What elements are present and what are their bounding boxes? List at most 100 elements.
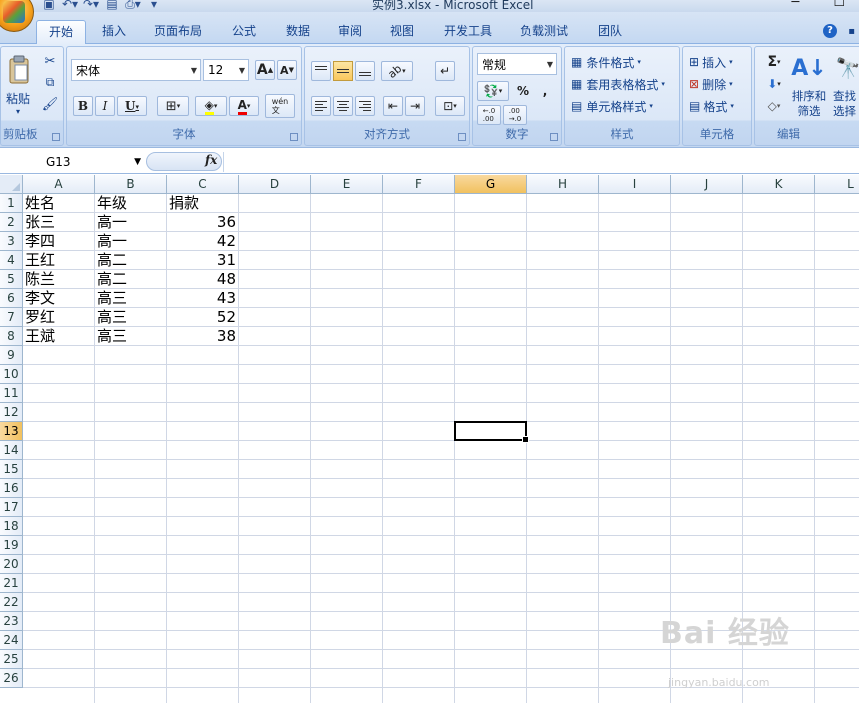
underline-button[interactable]: U ▾ (117, 96, 147, 116)
cell-b7[interactable]: 高三 (97, 308, 164, 327)
name-box[interactable]: G13 ▼ (0, 152, 145, 172)
orientation-button[interactable]: ab ▾ (381, 61, 413, 81)
cell-a8[interactable]: 王斌 (25, 327, 92, 346)
shrink-font-button[interactable]: A ▼ (277, 60, 297, 80)
customize-qat-icon[interactable]: ▾ (145, 0, 163, 11)
delete-cells-button[interactable]: ⊠ 删除 ▾ (689, 75, 733, 93)
cell-b2[interactable]: 高一 (97, 213, 164, 232)
row-header-2[interactable]: 2 (0, 213, 23, 232)
insert-function-icon[interactable]: fx (205, 153, 217, 167)
row-header-20[interactable]: 20 (0, 555, 23, 574)
row-header-7[interactable]: 7 (0, 308, 23, 327)
tab-team[interactable]: 团队 (586, 20, 634, 44)
chevron-down-icon[interactable]: ▼ (134, 152, 141, 172)
column-header-j[interactable]: J (671, 175, 743, 194)
row-header-16[interactable]: 16 (0, 479, 23, 498)
clipboard-launcher-icon[interactable] (52, 133, 60, 141)
cell-b5[interactable]: 高二 (97, 270, 164, 289)
cell-c3[interactable]: 42 (169, 232, 236, 251)
increase-decimal-button[interactable]: ←.0 .00 (477, 105, 501, 125)
tab-review[interactable]: 审阅 (326, 20, 374, 44)
find-select-icon[interactable]: 🔭 (835, 53, 859, 83)
column-header-g[interactable]: G (455, 175, 527, 194)
conditional-format-button[interactable]: ▦ 条件格式 ▾ (571, 53, 641, 71)
cell-c1[interactable]: 捐款 (169, 194, 236, 213)
column-header-i[interactable]: I (599, 175, 671, 194)
column-header-k[interactable]: K (743, 175, 815, 194)
tab-page-layout[interactable]: 页面布局 (145, 20, 211, 44)
fill-color-button[interactable]: ◈ ▾ (195, 96, 227, 116)
cell-c2[interactable]: 36 (169, 213, 236, 232)
paste-icon[interactable] (5, 53, 33, 87)
clear-button[interactable]: ◇ ▾ (761, 97, 787, 115)
cell-b3[interactable]: 高一 (97, 232, 164, 251)
number-launcher-icon[interactable] (550, 133, 558, 141)
row-header-23[interactable]: 23 (0, 612, 23, 631)
cell-b1[interactable]: 年级 (97, 194, 164, 213)
cell-c8[interactable]: 38 (169, 327, 236, 346)
number-format-combobox[interactable]: 常规 ▼ (477, 53, 557, 75)
print-preview-icon[interactable]: ▤ (103, 0, 121, 11)
row-header-18[interactable]: 18 (0, 517, 23, 536)
row-header-24[interactable]: 24 (0, 631, 23, 650)
paste-label[interactable]: 粘贴 (3, 91, 33, 106)
row-header-14[interactable]: 14 (0, 441, 23, 460)
bold-button[interactable]: B (73, 96, 93, 116)
decrease-decimal-button[interactable]: .00 →.0 (503, 105, 527, 125)
help-icon[interactable]: ? (823, 24, 837, 38)
cell-b6[interactable]: 高三 (97, 289, 164, 308)
font-size-combobox[interactable]: 12 ▼ (203, 59, 249, 81)
tab-developer[interactable]: 开发工具 (434, 20, 502, 44)
select-all-button[interactable] (0, 175, 23, 194)
tab-view[interactable]: 视图 (378, 20, 426, 44)
font-launcher-icon[interactable] (290, 133, 298, 141)
align-bottom-button[interactable] (355, 61, 375, 81)
row-header-25[interactable]: 25 (0, 650, 23, 669)
row-header-15[interactable]: 15 (0, 460, 23, 479)
grow-font-button[interactable]: A ▲ (255, 60, 275, 80)
row-header-8[interactable]: 8 (0, 327, 23, 346)
cell-c6[interactable]: 43 (169, 289, 236, 308)
cell-a6[interactable]: 李文 (25, 289, 92, 308)
formula-input[interactable] (223, 152, 859, 172)
row-header-3[interactable]: 3 (0, 232, 23, 251)
column-header-c[interactable]: C (167, 175, 239, 194)
find-select-label[interactable]: 查找 选择 (833, 87, 859, 121)
sort-filter-label[interactable]: 排序和 筛选 (789, 87, 829, 121)
column-header-e[interactable]: E (311, 175, 383, 194)
phonetic-button[interactable]: wén 文 (265, 94, 295, 118)
cell-b8[interactable]: 高三 (97, 327, 164, 346)
row-header-1[interactable]: 1 (0, 194, 23, 213)
paste-dropdown-icon[interactable]: ▾ (11, 107, 25, 116)
row-header-19[interactable]: 19 (0, 536, 23, 555)
font-color-button[interactable]: A ▾ (229, 96, 259, 116)
fill-button[interactable]: ⬇ ▾ (761, 75, 787, 93)
borders-button[interactable]: ⊞ ▾ (157, 96, 189, 116)
decrease-indent-button[interactable]: ⇤ (383, 96, 403, 116)
undo-icon[interactable]: ↶▾ (61, 0, 79, 11)
row-header-5[interactable]: 5 (0, 270, 23, 289)
format-cells-button[interactable]: ▤ 格式 ▾ (689, 97, 734, 115)
row-header-17[interactable]: 17 (0, 498, 23, 517)
percent-button[interactable]: % (513, 81, 533, 101)
italic-button[interactable]: I (95, 96, 115, 116)
redo-icon[interactable]: ↷▾ (82, 0, 100, 11)
comma-button[interactable]: , (535, 81, 555, 101)
cell-c5[interactable]: 48 (169, 270, 236, 289)
column-header-b[interactable]: B (95, 175, 167, 194)
autosum-button[interactable]: Σ ▾ (761, 53, 787, 71)
row-header-22[interactable]: 22 (0, 593, 23, 612)
alignment-launcher-icon[interactable] (458, 133, 466, 141)
font-name-combobox[interactable]: 宋体 ▼ (71, 59, 201, 81)
cell-c4[interactable]: 31 (169, 251, 236, 270)
tab-load-test[interactable]: 负载测试 (510, 20, 578, 44)
sort-filter-icon[interactable]: A↓ (791, 53, 827, 83)
column-header-a[interactable]: A (23, 175, 95, 194)
active-cell-selection[interactable] (454, 421, 529, 443)
row-header-9[interactable]: 9 (0, 346, 23, 365)
align-top-button[interactable] (311, 61, 331, 81)
quick-print-icon[interactable]: ⎙▾ (124, 0, 142, 11)
align-middle-button[interactable] (333, 61, 353, 81)
cell-a4[interactable]: 王红 (25, 251, 92, 270)
row-header-26[interactable]: 26 (0, 669, 23, 688)
